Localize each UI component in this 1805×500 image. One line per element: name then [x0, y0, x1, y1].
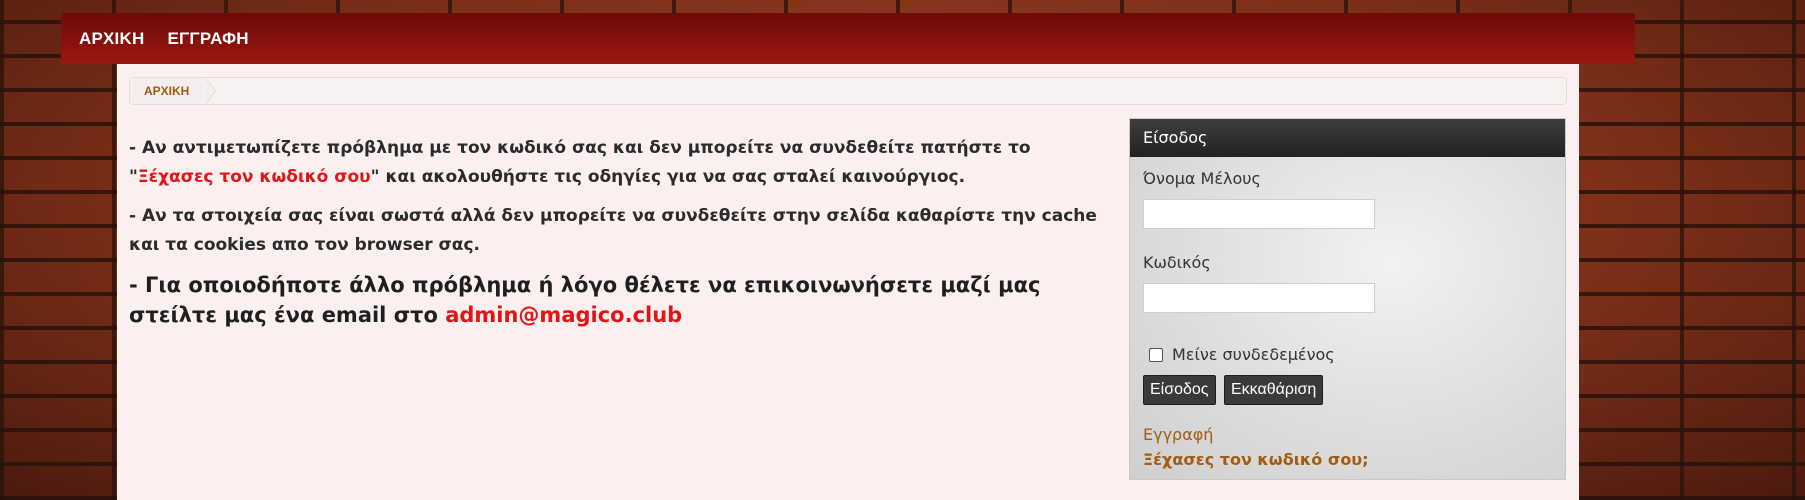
login-panel: Είσοδος Όνομα Μέλους Κωδικός Μείνε συνδε… [1129, 118, 1566, 480]
username-input[interactable] [1143, 199, 1375, 229]
breadcrumb-separator-inner [205, 78, 215, 104]
help-paragraph-password: - Αν αντιμετωπίζετε πρόβλημα με τον κωδι… [129, 134, 1114, 192]
top-navbar: ΑΡΧΙΚΗ ΕΓΓΡΑΦΗ [61, 13, 1635, 64]
breadcrumb-home[interactable]: ΑΡΧΙΚΗ [130, 78, 204, 104]
main-container: ΑΡΧΙΚΗ - Αν αντιμετωπίζετε πρόβλημα με τ… [117, 64, 1579, 500]
help-paragraph-cache: - Αν τα στοιχεία σας είναι σωστά αλλά δε… [129, 206, 1097, 255]
forgot-password-inline-link[interactable]: Ξέχασες τον κωδικό σου [138, 167, 371, 187]
help-content: - Αν αντιμετωπίζετε πρόβλημα με τον κωδι… [129, 134, 1114, 330]
login-button[interactable]: Είσοδος [1143, 375, 1216, 405]
username-label: Όνομα Μέλους [1143, 169, 1261, 188]
register-link[interactable]: Εγγραφή [1143, 425, 1213, 444]
help-paragraph-password-suffix: " και ακολουθήστε τις οδηγίες για να σας… [370, 167, 966, 187]
remember-me-checkbox[interactable] [1149, 347, 1163, 362]
help-paragraph-contact: - Για οποιοδήποτε άλλο πρόβλημα ή λόγο θ… [129, 270, 1114, 330]
login-panel-title: Είσοδος [1130, 119, 1565, 157]
remember-me-row[interactable]: Μείνε συνδεδεμένος [1149, 345, 1335, 364]
nav-item-home[interactable]: ΑΡΧΙΚΗ [79, 29, 144, 49]
reset-button[interactable]: Εκκαθάριση [1224, 375, 1324, 405]
remember-me-label[interactable]: Μείνε συνδεδεμένος [1172, 345, 1335, 364]
nav-item-register[interactable]: ΕΓΓΡΑΦΗ [167, 29, 248, 49]
password-label: Κωδικός [1143, 253, 1211, 272]
password-input[interactable] [1143, 283, 1375, 313]
breadcrumb: ΑΡΧΙΚΗ [129, 77, 1567, 105]
forgot-password-link[interactable]: Ξέχασες τον κωδικό σου; [1143, 450, 1369, 469]
contact-email-link[interactable]: admin@magico.club [445, 303, 682, 327]
